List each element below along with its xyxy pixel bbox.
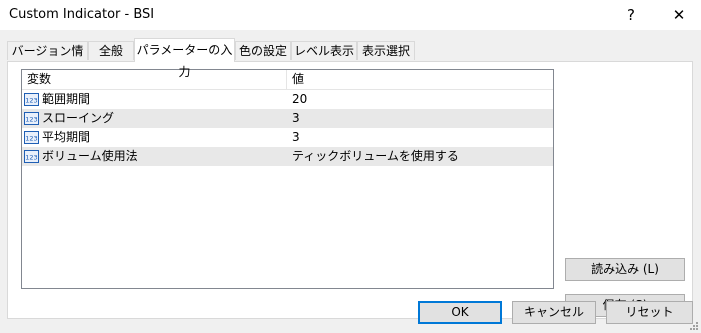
svg-text:123: 123 (25, 116, 37, 124)
param-value[interactable]: 20 (292, 90, 307, 109)
table-row[interactable]: 123 スローイング 3 (22, 109, 553, 128)
param-name: ボリューム使用法 (42, 149, 138, 163)
cancel-button[interactable]: キャンセル (512, 301, 596, 324)
param-value[interactable]: ティックボリュームを使用する (292, 147, 459, 166)
header-value[interactable]: 値 (287, 70, 553, 89)
tab-input-parameters[interactable]: パラメーターの入力 (134, 38, 235, 79)
grid-header: 変数 値 (22, 70, 553, 90)
integer-param-icon: 123 (24, 93, 39, 106)
close-button[interactable]: ✕ (666, 3, 692, 27)
header-variable[interactable]: 変数 (22, 70, 287, 89)
help-button[interactable]: ? (618, 3, 644, 27)
integer-param-icon: 123 (24, 150, 39, 163)
tab-colors[interactable]: 色の設定 (235, 41, 291, 60)
parameters-grid[interactable]: 変数 値 123 範囲期間 20 123 スローイング 3 123 平均期間 3… (21, 69, 554, 289)
tab-levels[interactable]: レベル表示 (291, 41, 357, 60)
tab-panel: 変数 値 123 範囲期間 20 123 スローイング 3 123 平均期間 3… (7, 61, 693, 319)
window-title: Custom Indicator - BSI (9, 7, 155, 22)
param-value[interactable]: 3 (292, 109, 300, 128)
tab-version-info[interactable]: バージョン情報 (7, 41, 88, 77)
tab-general[interactable]: 全般 (88, 41, 134, 60)
table-row[interactable]: 123 平均期間 3 (22, 128, 553, 147)
param-name: 範囲期間 (42, 92, 91, 106)
integer-param-icon: 123 (24, 112, 39, 125)
svg-text:123: 123 (25, 154, 37, 162)
table-row[interactable]: 123 ボリューム使用法 ティックボリュームを使用する (22, 147, 553, 166)
integer-param-icon: 123 (24, 131, 39, 144)
table-row[interactable]: 123 範囲期間 20 (22, 90, 553, 109)
param-name: 平均期間 (42, 130, 91, 144)
tab-visualization[interactable]: 表示選択 (357, 41, 415, 60)
param-value[interactable]: 3 (292, 128, 300, 147)
load-button[interactable]: 読み込み (L) (565, 258, 685, 281)
svg-text:123: 123 (25, 97, 37, 105)
param-name: スローイング (42, 111, 115, 125)
title-bar: Custom Indicator - BSI ? ✕ (0, 0, 701, 30)
resize-grip-icon[interactable] (689, 321, 699, 331)
ok-button[interactable]: OK (418, 301, 502, 324)
svg-text:123: 123 (25, 135, 37, 143)
reset-button[interactable]: リセット (606, 301, 693, 324)
dialog-body: バージョン情報 全般 パラメーターの入力 色の設定 レベル表示 表示選択 変数 … (0, 30, 701, 333)
